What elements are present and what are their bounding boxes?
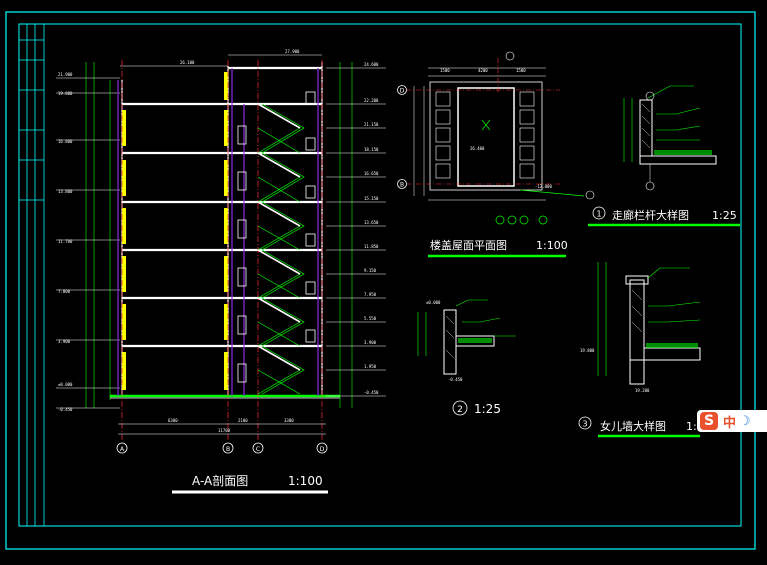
svg-text:3300: 3300 [284, 418, 294, 423]
svg-text:4200: 4200 [478, 68, 488, 73]
svg-text:13.650: 13.650 [364, 220, 379, 225]
detail-2-drawing: ±0.000 -0.450 [417, 299, 516, 382]
svg-text:19.200: 19.200 [635, 388, 650, 393]
svg-text:-0.450: -0.450 [364, 390, 379, 395]
title-strip [18, 23, 45, 527]
detail-3-number: 3 [578, 416, 592, 430]
roof-axis-d: D [397, 85, 407, 95]
svg-text:9.150: 9.150 [364, 268, 377, 273]
svg-text:D: D [320, 446, 325, 453]
svg-text:26.100: 26.100 [180, 60, 195, 65]
svg-text:-0.450: -0.450 [58, 407, 73, 412]
svg-text:7.950: 7.950 [364, 292, 377, 297]
svg-text:24.600: 24.600 [364, 62, 379, 67]
svg-text:D: D [400, 88, 405, 95]
detail-1-number: 1 [592, 206, 606, 220]
detail-2-number: 2 [452, 400, 468, 416]
svg-text:21.900: 21.900 [58, 72, 73, 77]
svg-text:1.950: 1.950 [364, 364, 377, 369]
svg-text:16.800: 16.800 [58, 139, 73, 144]
roof-axis-b: B [397, 179, 407, 189]
detail-1-title: 走廊栏杆大样图 [612, 208, 689, 222]
section-drawing: 21.900 19.800 16.800 13.800 11.700 7.800… [56, 49, 386, 440]
svg-text:1500: 1500 [516, 68, 526, 73]
roof-plan-title: 楼盖屋面平面图 [430, 238, 507, 252]
svg-text:B: B [226, 446, 230, 453]
roof-plan: 26.400 1500 4200 1500 -12.000 D B [397, 51, 595, 225]
svg-text:3.900: 3.900 [364, 340, 377, 345]
svg-text:22.200: 22.200 [364, 98, 379, 103]
svg-text:19.800: 19.800 [580, 348, 595, 353]
detail-1-scale: 1:25 [712, 209, 737, 222]
svg-text:3: 3 [582, 420, 587, 429]
svg-text:1: 1 [596, 210, 601, 219]
svg-text:19.800: 19.800 [58, 91, 73, 96]
section-title: A-A剖面图 [192, 474, 248, 488]
axis-bubble-b: B [222, 442, 234, 454]
detail-1-drawing [623, 85, 717, 191]
ime-language-toggle[interactable]: 中 [723, 412, 736, 431]
detail-2-scale: 1:25 [474, 402, 501, 416]
svg-text:16.650: 16.650 [364, 171, 379, 176]
svg-text:7.800: 7.800 [58, 289, 71, 294]
svg-text:27.900: 27.900 [285, 49, 300, 54]
svg-text:11.850: 11.850 [364, 244, 379, 249]
svg-text:2100: 2100 [238, 418, 248, 423]
svg-text:±0.000: ±0.000 [426, 300, 441, 305]
detail-3-title: 女儿墙大样图 [600, 419, 666, 433]
detail-3-drawing: 19.800 19.200 [580, 262, 701, 393]
svg-text:26.400: 26.400 [470, 146, 485, 151]
svg-text:21.150: 21.150 [364, 122, 379, 127]
section-scale: 1:100 [288, 474, 323, 488]
roof-plan-scale: 1:100 [536, 239, 568, 252]
svg-text:13.800: 13.800 [58, 189, 73, 194]
svg-text:11700: 11700 [218, 428, 231, 433]
axis-bubble-d: D [316, 442, 328, 454]
inner-frame [18, 23, 742, 527]
svg-text:3.900: 3.900 [58, 339, 71, 344]
svg-text:-12.000: -12.000 [535, 184, 552, 189]
svg-text:5.550: 5.550 [364, 316, 377, 321]
svg-text:11.700: 11.700 [58, 239, 73, 244]
svg-text:15.150: 15.150 [364, 196, 379, 201]
cad-drawing: 21.900 19.800 16.800 13.800 11.700 7.800… [5, 11, 756, 550]
svg-text:A: A [120, 446, 125, 453]
svg-text:1500: 1500 [440, 68, 450, 73]
svg-text:B: B [400, 182, 404, 189]
svg-text:18.150: 18.150 [364, 147, 379, 152]
ime-mode-icon[interactable]: ☽ [739, 414, 751, 429]
ime-toolbar[interactable]: S 中 ☽ [697, 410, 767, 432]
axis-bubble-c: C [252, 442, 264, 454]
svg-text:-0.450: -0.450 [448, 377, 463, 382]
svg-text:C: C [256, 446, 260, 453]
detail-3-scale: 1: [686, 420, 697, 433]
axis-bubble-a: A [116, 442, 128, 454]
svg-text:2: 2 [457, 405, 463, 415]
svg-text:±0.000: ±0.000 [58, 382, 73, 387]
sogou-logo-icon[interactable]: S [700, 412, 718, 430]
svg-text:6300: 6300 [168, 418, 178, 423]
